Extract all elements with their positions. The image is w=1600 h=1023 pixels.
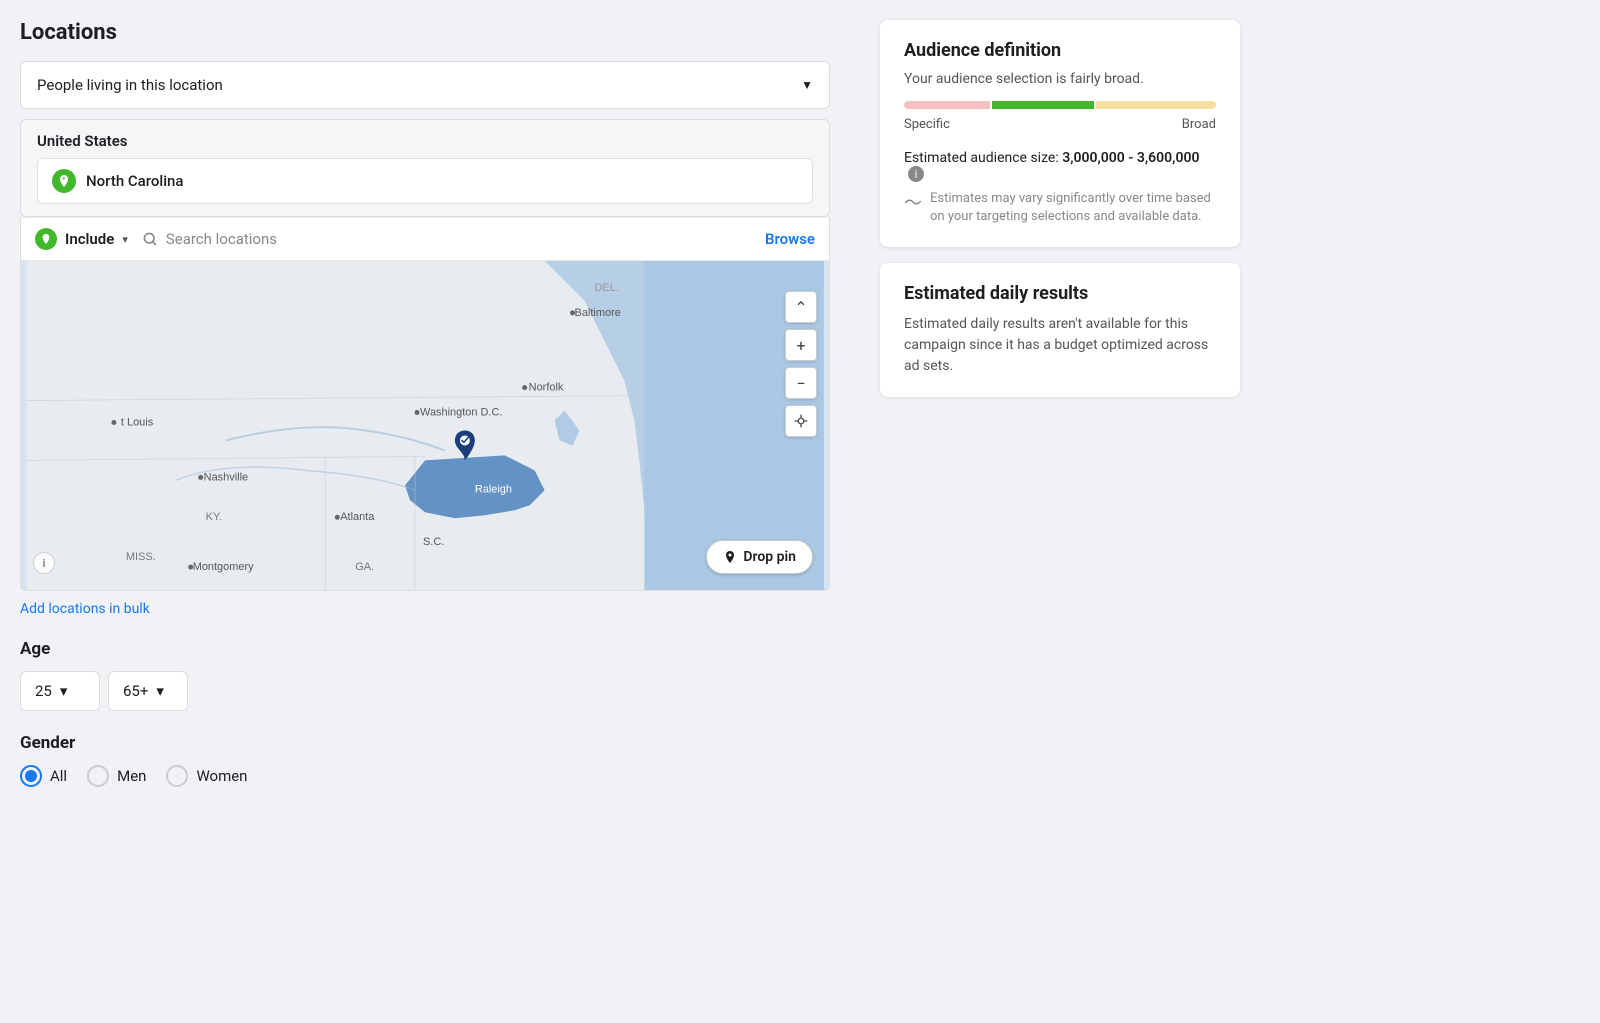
dropdown-arrow-icon: ▼ [801, 78, 813, 92]
search-icon [142, 231, 158, 247]
drop-pin-button[interactable]: Drop pin [706, 540, 813, 574]
gender-all-option[interactable]: All [20, 765, 67, 787]
map-container[interactable]: t Louis Nashville Atlanta S.C. MISS. GA.… [20, 261, 830, 591]
map-info-icon[interactable]: i [33, 552, 55, 574]
gender-men-radio [87, 765, 109, 787]
age-min-dropdown[interactable]: 25 ▾ [20, 671, 100, 711]
gender-all-radio [20, 765, 42, 787]
location-type-dropdown[interactable]: People living in this location ▼ [20, 61, 830, 109]
audience-meter [904, 101, 1216, 109]
right-panel: Audience definition Your audience select… [860, 0, 1260, 1023]
squiggle-icon: 〜 [904, 191, 922, 216]
search-placeholder[interactable]: Search locations [166, 230, 757, 248]
location-name: North Carolina [86, 172, 183, 190]
gender-women-label: Women [196, 767, 247, 785]
svg-text:t Louis: t Louis [121, 417, 154, 429]
svg-text:GA.: GA. [355, 561, 374, 573]
age-max-arrow: ▾ [156, 682, 164, 700]
audience-definition-title: Audience definition [904, 40, 1216, 61]
age-min-value: 25 [35, 682, 52, 700]
location-item[interactable]: North Carolina [37, 158, 813, 204]
browse-button[interactable]: Browse [765, 230, 815, 248]
map-zoom-in-button[interactable]: + [785, 329, 817, 361]
age-section-title: Age [20, 639, 830, 659]
meter-green [992, 101, 1095, 109]
gender-women-option[interactable]: Women [166, 765, 247, 787]
map-location-button[interactable] [785, 405, 817, 437]
meter-yellow [1096, 101, 1216, 109]
info-circle-icon[interactable]: i [908, 166, 924, 182]
svg-text:Raleigh: Raleigh [475, 483, 512, 495]
age-max-dropdown[interactable]: 65+ ▾ [108, 671, 188, 711]
svg-text:Nashville: Nashville [204, 471, 248, 483]
daily-results-text: Estimated daily results aren't available… [904, 314, 1216, 377]
include-pin-icon [35, 228, 57, 250]
country-label: United States [37, 132, 813, 150]
map-up-button[interactable]: ⌃ [785, 291, 817, 323]
include-search-bar: Include ▾ Search locations Browse [20, 217, 830, 261]
location-pin-icon [52, 169, 76, 193]
svg-text:MISS.: MISS. [126, 551, 156, 563]
audience-size-label: Estimated audience size: [904, 150, 1059, 166]
age-max-value: 65+ [123, 682, 148, 700]
audience-subtitle: Your audience selection is fairly broad. [904, 71, 1216, 87]
gender-all-radio-fill [25, 770, 37, 782]
meter-pink [904, 101, 990, 109]
audience-size-value: 3,000,000 - 3,600,000 [1062, 150, 1199, 166]
broad-label: Broad [1182, 117, 1216, 132]
map-zoom-out-button[interactable]: − [785, 367, 817, 399]
svg-text:Norfolk: Norfolk [529, 382, 564, 394]
audience-definition-card: Audience definition Your audience select… [880, 20, 1240, 247]
location-box: United States North Carolina [20, 119, 830, 217]
svg-text:Baltimore: Baltimore [575, 307, 621, 319]
gender-row: All Men Women [20, 765, 830, 787]
meter-labels: Specific Broad [904, 117, 1216, 132]
svg-text:KY.: KY. [206, 511, 222, 523]
estimate-note: Estimates may vary significantly over ti… [930, 190, 1216, 226]
audience-size: Estimated audience size: 3,000,000 - 3,6… [904, 150, 1216, 182]
include-chevron-icon[interactable]: ▾ [122, 233, 128, 246]
svg-text:Washington D.C.: Washington D.C. [420, 407, 502, 419]
specific-label: Specific [904, 117, 950, 132]
gender-section-title: Gender [20, 733, 830, 753]
gender-all-label: All [50, 767, 67, 785]
page-title: Locations [20, 20, 830, 45]
svg-text:Montgomery: Montgomery [193, 561, 254, 573]
map-controls: ⌃ + − [785, 291, 817, 437]
add-locations-bulk-link[interactable]: Add locations in bulk [20, 601, 150, 617]
daily-results-title: Estimated daily results [904, 283, 1216, 304]
svg-text:Atlanta: Atlanta [340, 511, 375, 523]
svg-text:DEL.: DEL. [594, 282, 618, 294]
gender-men-label: Men [117, 767, 146, 785]
daily-results-card: Estimated daily results Estimated daily … [880, 263, 1240, 397]
estimate-row: 〜 Estimates may vary significantly over … [904, 190, 1216, 226]
svg-text:S.C.: S.C. [423, 536, 444, 548]
location-type-label: People living in this location [37, 76, 223, 94]
gender-women-radio [166, 765, 188, 787]
age-row: 25 ▾ 65+ ▾ [20, 671, 830, 711]
gender-men-option[interactable]: Men [87, 765, 146, 787]
include-label: Include [65, 230, 114, 248]
age-min-arrow: ▾ [60, 682, 68, 700]
drop-pin-label: Drop pin [743, 549, 796, 565]
